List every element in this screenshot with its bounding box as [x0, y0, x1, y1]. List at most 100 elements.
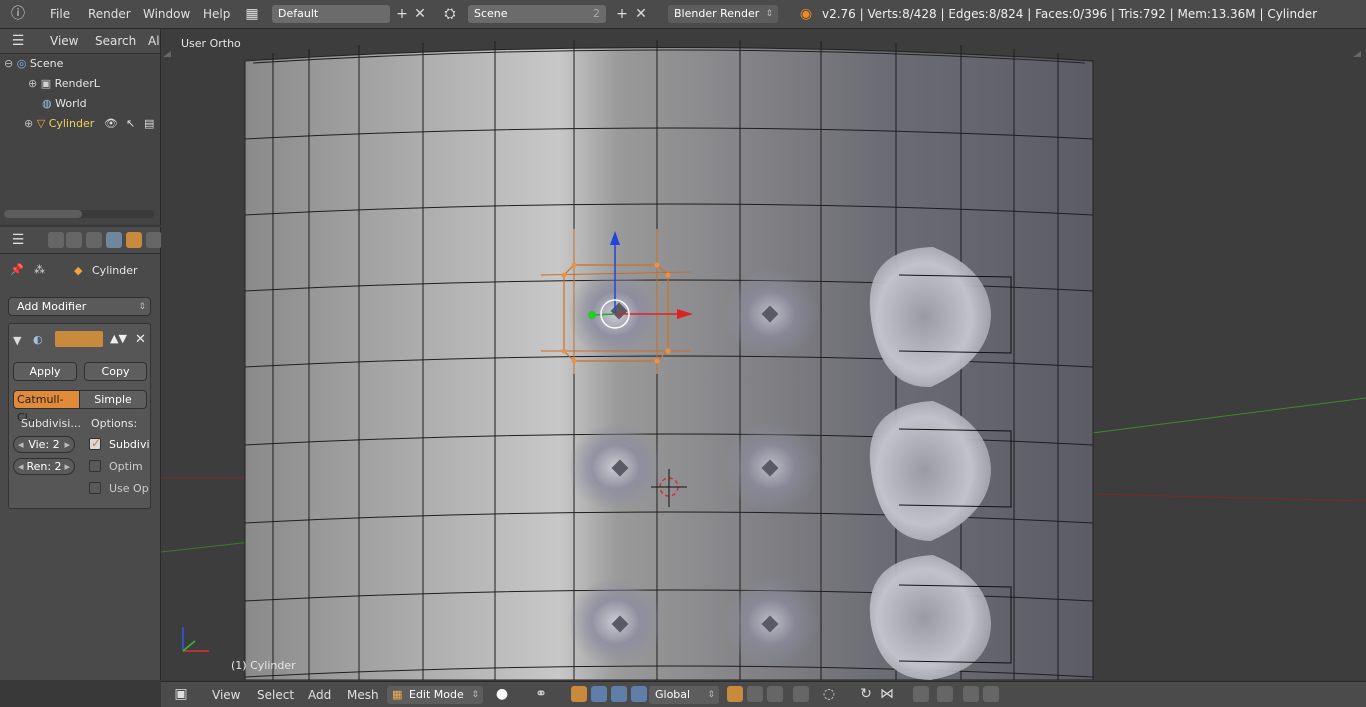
add-modifier-label: Add Modifier: [17, 300, 87, 313]
region-toggle-icon[interactable]: [1353, 51, 1361, 57]
outliner-menu-view[interactable]: View: [50, 34, 78, 48]
optimal-display-label: Optim: [109, 460, 143, 473]
pivot-point-icon[interactable]: ⚭: [533, 686, 549, 702]
editor-type-icon[interactable]: ☰: [10, 33, 26, 49]
snap-target-icon[interactable]: [913, 686, 929, 702]
scene-field[interactable]: Scene 2: [468, 5, 606, 23]
render-layers-tab-icon[interactable]: [66, 232, 82, 248]
rotate-manipulator-icon[interactable]: [611, 686, 627, 702]
collapse-arrow-icon[interactable]: ▼: [13, 334, 21, 347]
catmull-clark-button[interactable]: Catmull-Cl...: [13, 390, 80, 424]
decrement-icon[interactable]: ◂: [18, 459, 24, 475]
menu-mesh[interactable]: Mesh: [347, 688, 379, 702]
scale-manipulator-icon[interactable]: [631, 686, 647, 702]
outliner-item-cylinder[interactable]: ⊕ ▽ Cylinder 👁 ↖ ▤: [24, 117, 154, 130]
dropdown-arrows-icon: ⇕: [138, 302, 146, 312]
collapse-icon[interactable]: ⊖: [4, 57, 13, 70]
remove-modifier-icon[interactable]: ✕: [135, 332, 146, 347]
properties-panel: ☰ 📌 ⁂ ◆ Cylinder Add Modifier ⇕ ▼ ◐ ▲▼ ✕…: [0, 227, 162, 680]
menu-file[interactable]: File: [50, 7, 70, 21]
decrement-icon[interactable]: ◂: [18, 437, 24, 453]
scrollbar-thumb[interactable]: [4, 210, 82, 218]
view-levels-field[interactable]: ◂ Vie: 2 ▸: [13, 436, 75, 453]
interaction-mode-value: Edit Mode: [409, 688, 464, 701]
outliner-label: Cylinder: [48, 117, 95, 130]
menu-add[interactable]: Add: [308, 688, 331, 702]
menu-window[interactable]: Window: [143, 7, 190, 21]
blender-logo-icon: ◉: [799, 6, 813, 22]
snap-toggle-icon[interactable]: ↻: [858, 686, 874, 702]
manipulator-toggle-icon[interactable]: [571, 686, 587, 702]
expand-icon[interactable]: ⊕: [28, 77, 37, 90]
snap-align-icon[interactable]: [937, 686, 953, 702]
render-engine-select[interactable]: Blender Render ⇕: [668, 5, 778, 23]
active-object-label: (1) Cylinder: [231, 659, 296, 672]
constraints-tab-icon[interactable]: [146, 232, 162, 248]
optimal-display-checkbox[interactable]: [89, 460, 101, 472]
renderable-camera-icon[interactable]: ▤: [144, 117, 154, 130]
scene-icon[interactable]: ⛭: [442, 6, 458, 22]
screen-layout-icon[interactable]: ▦: [244, 6, 260, 22]
add-scene-icon[interactable]: +: [614, 6, 630, 22]
editor-type-icon[interactable]: ▣: [173, 686, 189, 702]
visibility-eye-icon[interactable]: 👁: [104, 117, 118, 130]
outliner-item-world[interactable]: ◍ World: [42, 97, 87, 110]
modifier-type-icon: ◐: [33, 333, 43, 346]
vertex-select-icon[interactable]: [727, 686, 743, 702]
world-tab-icon[interactable]: [106, 232, 122, 248]
info-icon[interactable]: ⓘ: [10, 6, 26, 22]
translate-manipulator-icon[interactable]: [591, 686, 607, 702]
outliner-scrollbar[interactable]: [4, 210, 154, 218]
limit-selection-icon[interactable]: [793, 686, 809, 702]
add-layout-icon[interactable]: +: [394, 6, 410, 22]
edge-select-icon[interactable]: [747, 686, 763, 702]
render-opengl-icon[interactable]: [963, 686, 979, 702]
outliner-menu-all[interactable]: Al: [148, 34, 160, 48]
selectable-cursor-icon[interactable]: ↖: [126, 117, 135, 130]
transform-orientation-select[interactable]: Global ⇕: [649, 686, 719, 704]
outliner-menu-search[interactable]: Search: [95, 34, 136, 48]
snap-element-icon[interactable]: ⋈: [879, 686, 895, 702]
move-up-down-icon[interactable]: ▲▼: [110, 332, 127, 345]
context-icon: ⁂: [34, 263, 45, 276]
face-select-icon[interactable]: [767, 686, 783, 702]
outliner-item-scene[interactable]: ⊖ ◎ Scene: [4, 57, 63, 70]
use-opensubdiv-label: Use Op: [109, 482, 149, 495]
increment-icon[interactable]: ▸: [64, 459, 70, 475]
remove-scene-icon[interactable]: ✕: [633, 6, 649, 22]
proportional-edit-icon[interactable]: ◌: [821, 686, 837, 702]
editor-type-icon[interactable]: ☰: [10, 232, 26, 248]
modifier-display-toggles[interactable]: [55, 331, 103, 347]
viewport-canvas[interactable]: [161, 29, 1366, 680]
remove-layout-icon[interactable]: ✕: [412, 6, 428, 22]
object-tab-icon[interactable]: [126, 232, 142, 248]
pin-icon[interactable]: 📌: [10, 263, 24, 276]
use-opensubdiv-checkbox[interactable]: [89, 482, 101, 494]
outliner-item-renderlayers[interactable]: ⊕ ▣ RenderL: [28, 77, 100, 90]
menu-view[interactable]: View: [212, 688, 240, 702]
viewport-shading-icon[interactable]: ●: [494, 686, 510, 702]
outliner-panel: ☰ View Search Al ⊖ ◎ Scene ⊕ ▣ RenderL ◍…: [0, 29, 161, 225]
object-cube-icon: ◆: [74, 264, 83, 277]
simple-button[interactable]: Simple: [79, 390, 147, 409]
interaction-mode-select[interactable]: ▦ Edit Mode ⇕: [387, 686, 483, 704]
expand-icon[interactable]: ⊕: [24, 117, 33, 130]
apply-button[interactable]: Apply: [13, 362, 77, 381]
menu-select[interactable]: Select: [257, 688, 294, 702]
3d-viewport[interactable]: User Ortho (1) Cylinder: [161, 29, 1366, 680]
region-toggle-icon[interactable]: [163, 51, 171, 57]
outliner-label: Scene: [29, 57, 64, 70]
layout-field[interactable]: Default: [272, 5, 390, 23]
render-animation-icon[interactable]: [983, 686, 999, 702]
render-levels-field[interactable]: ◂ Ren: 2 ▸: [13, 458, 75, 475]
mesh-object-icon: ▽: [36, 117, 46, 130]
increment-icon[interactable]: ▸: [64, 437, 70, 453]
menu-render[interactable]: Render: [88, 7, 131, 21]
copy-button[interactable]: Copy: [84, 362, 147, 381]
render-tab-icon[interactable]: [48, 232, 64, 248]
menu-help[interactable]: Help: [203, 7, 230, 21]
subdivisions-label: Subdivisi...: [21, 417, 81, 430]
subdivide-uvs-checkbox[interactable]: [89, 436, 101, 450]
add-modifier-select[interactable]: Add Modifier ⇕: [8, 297, 151, 316]
scene-tab-icon[interactable]: [86, 232, 102, 248]
